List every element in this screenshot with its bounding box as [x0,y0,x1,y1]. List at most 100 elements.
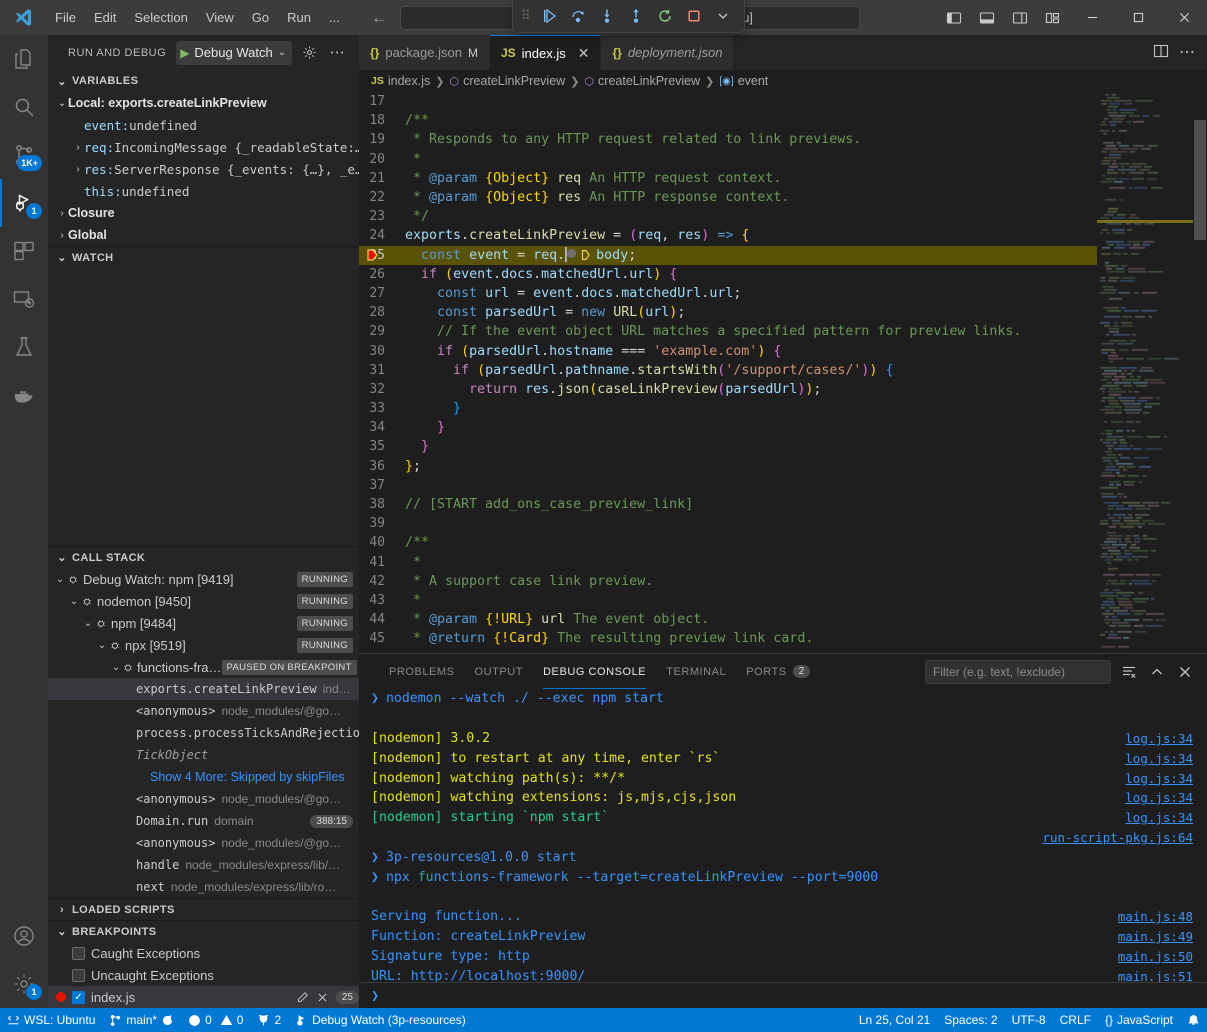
breakpoint-gutter-icon[interactable] [365,247,381,263]
status-problems[interactable]: 0 0 [181,1008,250,1032]
breakpoint-row[interactable]: Uncaught Exceptions [48,964,359,986]
status-language-mode[interactable]: {} JavaScript [1098,1008,1180,1032]
panel-tab-output[interactable]: OUTPUT [465,654,534,689]
console-source-link[interactable]: log.js:34 [1125,751,1207,766]
tab-close-icon[interactable]: ✕ [578,45,590,62]
code-line[interactable]: 26 if (event.docs.matchedUrl.url) { [359,265,1097,284]
code-line[interactable]: 31 if (parsedUrl.pathname.startsWith('/s… [359,361,1097,380]
edit-pencil-icon[interactable] [296,991,309,1004]
activitybar-search[interactable] [0,83,48,131]
stop-button[interactable] [681,4,707,28]
status-remote-host[interactable]: WSL: Ubuntu [0,1008,102,1032]
editor-tab-deployment-json[interactable]: {}deployment.json [601,35,734,70]
section-watch-header[interactable]: ⌄ WATCH [48,246,359,268]
debug-more-button[interactable] [710,4,736,28]
code-line[interactable]: 39 [359,514,1097,533]
code-line[interactable]: 38// [START add_ons_case_preview_link] [359,495,1097,514]
suggest-dot-icon[interactable] [567,249,576,258]
variable-row[interactable]: ›res: ServerResponse {_events: {…}, _e… [48,158,359,180]
breadcrumb-item[interactable]: JSindex.js [371,74,430,88]
code-line[interactable]: 34 } [359,418,1097,437]
debug-config-dropdown[interactable]: ▶ Debug Watch ⌄ [176,41,292,65]
breadcrumb-item[interactable]: ⬡createLinkPreview [449,74,565,88]
activitybar-accounts[interactable] [0,912,48,960]
editor-tab-index-js[interactable]: JSindex.js✕ [490,35,602,70]
callstack-row[interactable]: process.processTicksAndRejections [48,722,359,744]
console-source-link[interactable]: main.js:51 [1118,969,1207,982]
code-line[interactable]: 40/** [359,533,1097,552]
code-line[interactable]: 44 * @param {!URL} url The event object. [359,610,1097,629]
section-callstack-header[interactable]: ⌄ CALL STACK [48,546,359,568]
callstack-row[interactable]: TickObject [48,744,359,766]
console-source-link[interactable]: log.js:34 [1125,790,1207,805]
code-editor[interactable]: 1718/**19 * Responds to any HTTP request… [359,92,1207,653]
breakpoint-checkbox[interactable] [72,969,85,982]
close-panel-icon[interactable] [1175,662,1195,682]
customize-layout-icon[interactable] [1036,0,1069,35]
panel-tab-debug-console[interactable]: DEBUG CONSOLE [533,654,656,689]
code-line[interactable]: 21 * @param {Object} req An HTTP request… [359,169,1097,188]
minimize-button[interactable] [1069,0,1115,35]
toggle-secondary-sidebar-icon[interactable] [1003,0,1036,35]
callstack-row[interactable]: ⌄Debug Watch: npm [9419]RUNNING [48,568,359,590]
variable-row[interactable]: this: undefined [48,180,359,202]
code-lines[interactable]: 1718/**19 * Responds to any HTTP request… [359,92,1097,653]
status-cursor-position[interactable]: Ln 25, Col 21 [852,1008,937,1032]
callstack-row[interactable]: nextnode_modules/express/lib/ro… [48,876,359,898]
menu-run[interactable]: Run [278,7,320,28]
activitybar-extensions[interactable] [0,227,48,275]
code-line[interactable]: 30 if (parsedUrl.hostname === 'example.c… [359,341,1097,360]
code-line[interactable]: 37 [359,476,1097,495]
continue-button[interactable] [536,4,562,28]
sidebar-more-actions-icon[interactable]: ⋯ [326,42,348,64]
callstack-row[interactable]: ⌄nodemon [9450]RUNNING [48,590,359,612]
callstack-row[interactable]: <anonymous>node_modules/@go… [48,700,359,722]
menu-view[interactable]: View [197,7,243,28]
variable-row[interactable]: event: undefined [48,114,359,136]
code-line[interactable]: 32 return res.json(caseLinkPreview(parse… [359,380,1097,399]
callstack-row[interactable]: ⌄npx [9519]RUNNING [48,634,359,656]
code-line[interactable]: 29 // If the event object URL matches a … [359,322,1097,341]
breakpoint-row[interactable]: ✓index.js25 [48,986,359,1008]
breakpoint-checkbox[interactable] [72,947,85,960]
scrollbar-thumb[interactable] [1194,120,1206,240]
code-line[interactable]: 25 const event = req.body; [359,246,1097,265]
callstack-row[interactable]: exports.createLinkPreviewind… [48,678,359,700]
console-source-link[interactable]: main.js:48 [1118,909,1207,924]
callstack-row[interactable]: <anonymous>node_modules/@go… [48,832,359,854]
code-line[interactable]: 27 const url = event.docs.matchedUrl.url… [359,284,1097,303]
status-indentation[interactable]: Spaces: 2 [937,1008,1004,1032]
activitybar-explorer[interactable] [0,35,48,83]
callstack-row[interactable]: ⌄functions-fra…PAUSED ON BREAKPOINT [48,656,359,678]
menu-go[interactable]: Go [243,7,278,28]
panel-filter-input[interactable] [925,660,1111,684]
activitybar-testing[interactable] [0,323,48,371]
breadcrumb-item[interactable]: ⬡createLinkPreview [584,74,700,88]
console-source-link[interactable]: main.js:49 [1118,929,1207,944]
menu-more[interactable]: ... [320,7,349,28]
status-ports[interactable]: 2 [250,1008,288,1032]
code-line[interactable]: 19 * Responds to any HTTP request relate… [359,130,1097,149]
code-line[interactable]: 42 * A support case link preview. [359,572,1097,591]
code-line[interactable]: 36}; [359,457,1097,476]
start-debug-icon[interactable]: ▶ [180,46,189,60]
code-line[interactable]: 28 const parsedUrl = new URL(url); [359,303,1097,322]
debug-console-output[interactable]: ❯nodemon --watch ./ --exec npm start[nod… [359,689,1207,982]
menu-selection[interactable]: Selection [125,7,196,28]
maximize-panel-icon[interactable] [1147,662,1167,682]
breakpoint-checkbox[interactable]: ✓ [72,991,85,1004]
callstack-row[interactable]: Show 4 More: Skipped by skipFiles [48,766,359,788]
code-line[interactable]: 18/** [359,111,1097,130]
console-source-link[interactable]: log.js:34 [1125,731,1207,746]
section-variables-header[interactable]: ⌄ VARIABLES [48,70,359,92]
code-line[interactable]: 45 * @return {!Card} The resulting previ… [359,629,1097,648]
menu-file[interactable]: File [46,7,85,28]
console-source-link[interactable]: log.js:34 [1125,771,1207,786]
section-breakpoints-header[interactable]: ⌄ BREAKPOINTS [48,920,359,942]
callstack-row[interactable]: Domain.rundomain388:15 [48,810,359,832]
status-notifications[interactable] [1180,1008,1207,1032]
maximize-button[interactable] [1115,0,1161,35]
status-encoding[interactable]: UTF-8 [1005,1008,1053,1032]
split-editor-icon[interactable] [1153,43,1169,62]
step-out-button[interactable] [623,4,649,28]
